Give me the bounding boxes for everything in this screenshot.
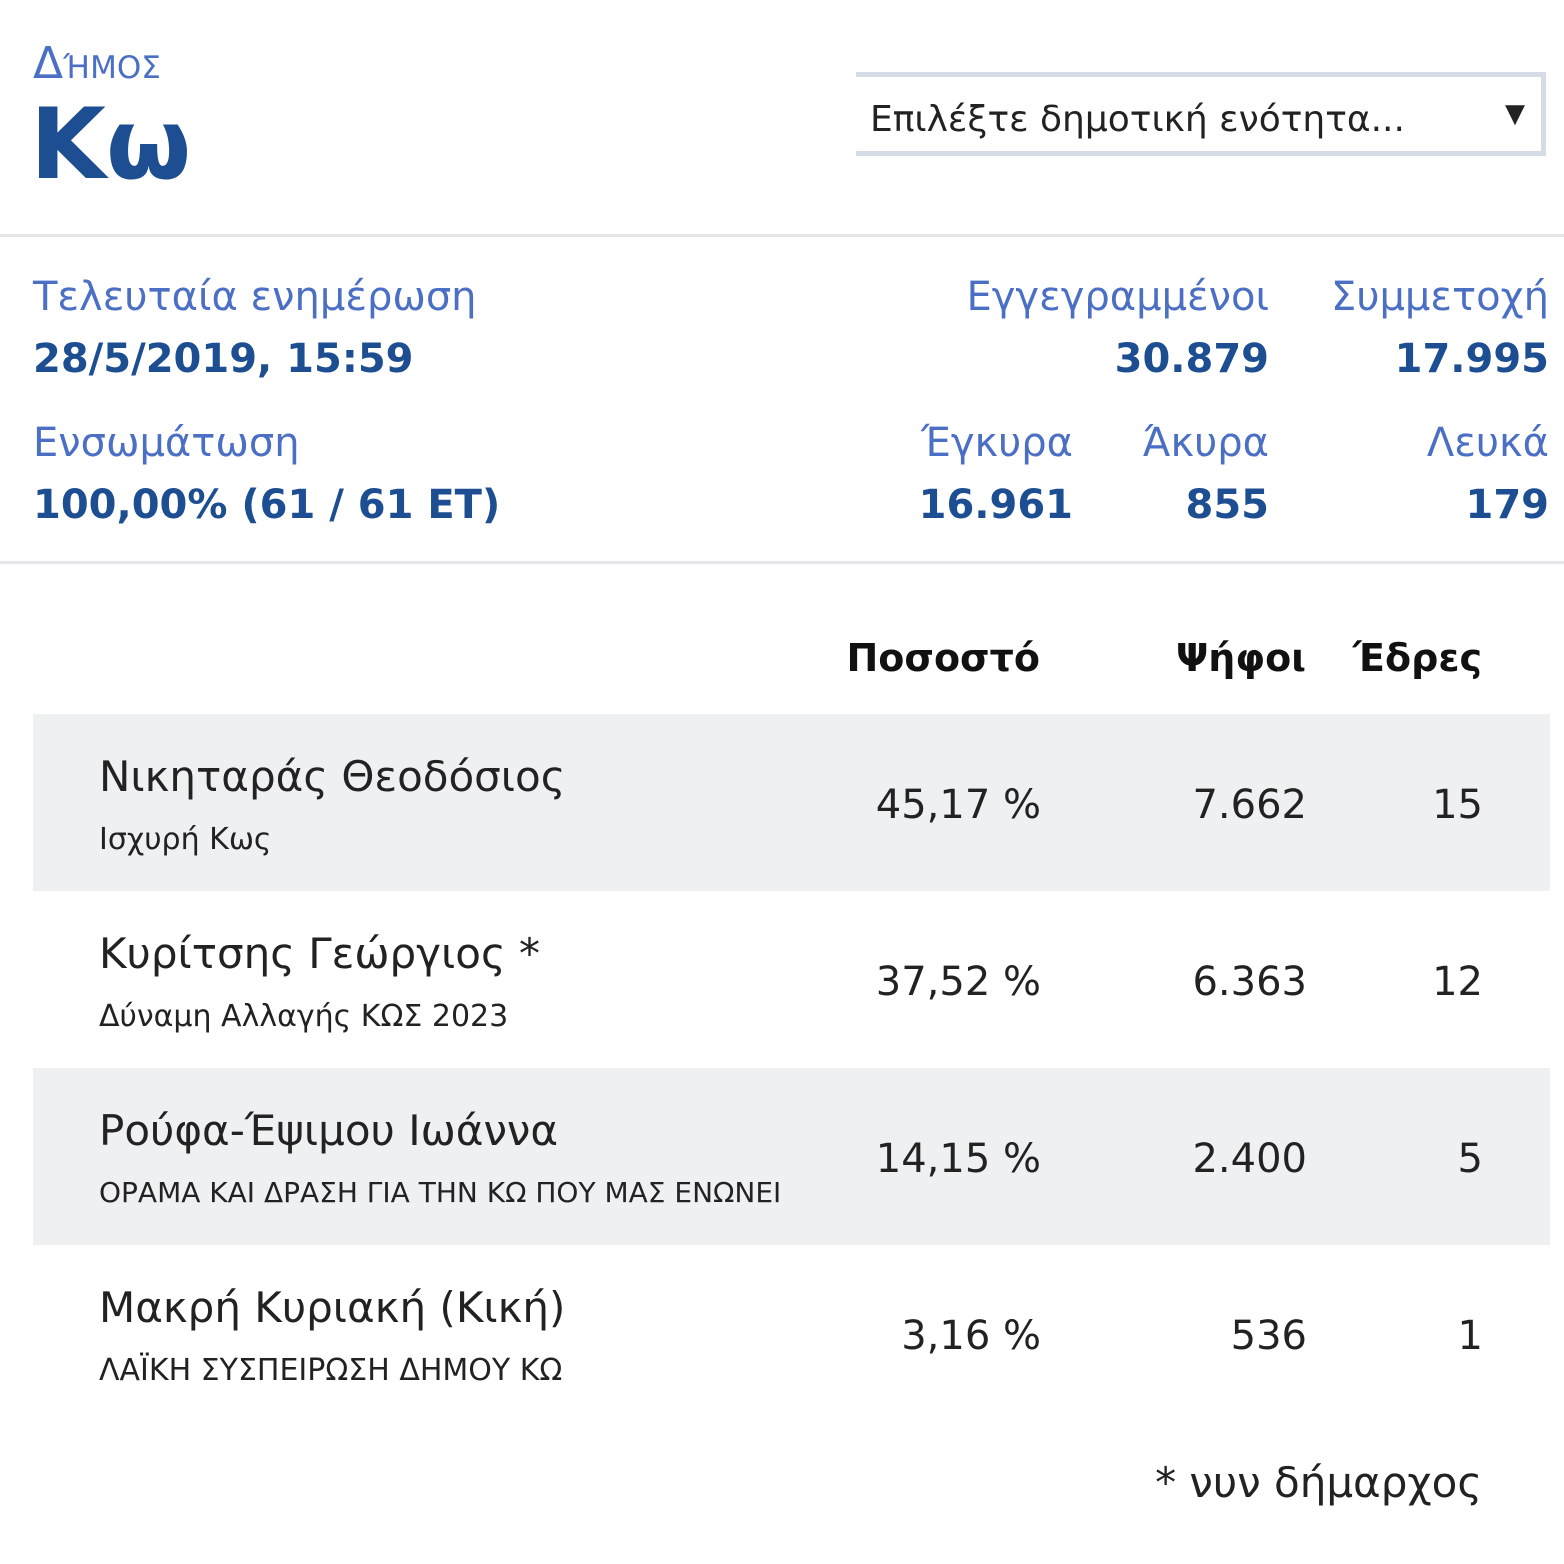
blank-label: Λευκά (1426, 420, 1549, 466)
table-row: Νικηταράς Θεοδόσιος Ισχυρή Κως 45,17 % 7… (33, 714, 1550, 891)
blank-value: 179 (1465, 482, 1550, 528)
candidate-party: ΟΡΑΜΑ ΚΑΙ ΔΡΑΣΗ ΓΙΑ ΤΗΝ ΚΩ ΠΟΥ ΜΑΣ ΕΝΩΝΕ… (99, 1176, 782, 1209)
candidate-seats: 12 (1432, 959, 1483, 1005)
unit-select-value: Επιλέξτε δημοτική ενότητα... (870, 99, 1405, 140)
candidate-name: Κυρίτσης Γεώργιος * (99, 929, 540, 978)
caret-down-icon: ▼ (1505, 99, 1525, 129)
last-update-label: Τελευταία ενημέρωση (33, 274, 477, 320)
candidate-party: Ισχυρή Κως (99, 822, 272, 857)
candidate-percent: 14,15 % (875, 1136, 1041, 1182)
unit-select[interactable]: Επιλέξτε δημοτική ενότητα... ▼ (856, 72, 1546, 156)
candidate-votes: 2.400 (1192, 1136, 1307, 1182)
table-row: Κυρίτσης Γεώργιος * Δύναμη Αλλαγής ΚΩΣ 2… (33, 891, 1550, 1068)
header-divider (0, 234, 1564, 237)
candidate-seats: 15 (1432, 782, 1483, 828)
candidate-seats: 5 (1457, 1136, 1483, 1182)
table-row: Ρούφα-Έψιμου Ιωάννα ΟΡΑΜΑ ΚΑΙ ΔΡΑΣΗ ΓΙΑ … (33, 1068, 1550, 1245)
last-update-value: 28/5/2019, 15:59 (33, 336, 414, 382)
candidate-percent: 3,16 % (901, 1313, 1041, 1359)
candidate-votes: 536 (1230, 1313, 1307, 1359)
invalid-label: Άκυρα (1142, 420, 1269, 466)
header-seats: Έδρες (1352, 636, 1482, 680)
candidate-name: Ρούφα-Έψιμου Ιωάννα (99, 1106, 559, 1155)
candidate-percent: 37,52 % (875, 959, 1041, 1005)
candidate-percent: 45,17 % (875, 782, 1041, 828)
invalid-value: 855 (1185, 482, 1270, 528)
candidate-name: Νικηταράς Θεοδόσιος (99, 752, 566, 801)
registered-value: 30.879 (1114, 336, 1269, 382)
stats-divider (0, 561, 1564, 564)
candidate-seats: 1 (1457, 1313, 1483, 1359)
municipality-name: Κω (30, 88, 192, 202)
valid-value: 16.961 (918, 482, 1073, 528)
valid-label: Έγκυρα (921, 420, 1073, 466)
candidate-party: ΛΑΪΚΗ ΣΥΣΠΕΙΡΩΣΗ ΔΗΜΟΥ ΚΩ (99, 1353, 563, 1388)
turnout-value: 17.995 (1394, 336, 1549, 382)
municipality-label: Δήμος (33, 38, 161, 89)
footnote: * νυν δήμαρχος (1155, 1458, 1482, 1507)
candidate-name: Μακρή Κυριακή (Κική) (99, 1283, 566, 1332)
registered-label: Εγγεγραμμένοι (966, 274, 1269, 320)
candidate-votes: 7.662 (1192, 782, 1307, 828)
integration-value: 100,00% (61 / 61 ΕΤ) (33, 482, 501, 528)
candidate-party: Δύναμη Αλλαγής ΚΩΣ 2023 (99, 999, 509, 1034)
header-percent: Ποσοστό (846, 636, 1040, 680)
candidate-votes: 6.363 (1192, 959, 1307, 1005)
header-votes: Ψήφοι (1176, 636, 1306, 680)
integration-label: Ενσωμάτωση (33, 420, 300, 466)
table-row: Μακρή Κυριακή (Κική) ΛΑΪΚΗ ΣΥΣΠΕΙΡΩΣΗ ΔΗ… (33, 1245, 1550, 1422)
turnout-label: Συμμετοχή (1331, 274, 1549, 320)
